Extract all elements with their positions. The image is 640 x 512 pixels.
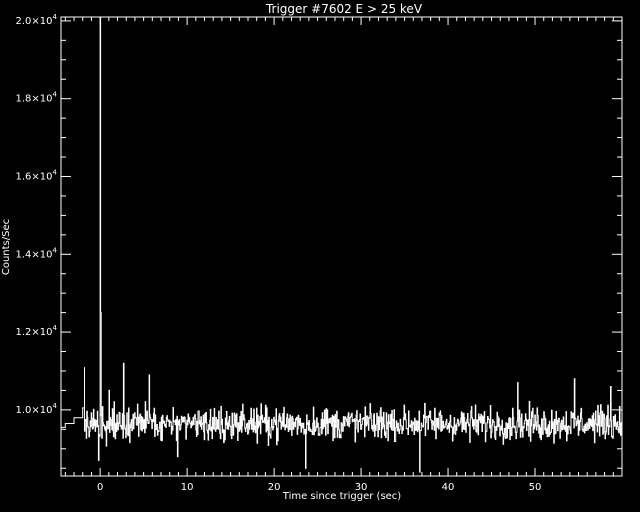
y-axis-label: Counts/Sec [1,219,12,275]
y-tick-label: 2.0×104 [16,13,58,27]
x-tick-label: 50 [529,482,542,493]
x-tick-label: 40 [442,482,455,493]
y-tick-label: 1.2×104 [16,324,58,338]
x-tick-label: 10 [181,482,194,493]
y-tick-label: 1.6×104 [16,168,58,182]
y-tick-label: 1.8×104 [16,91,58,105]
chart: Trigger #7602 E > 25 keV 0 10 20 30 40 50 1.0… [0,0,640,512]
x-tick-label: 20 [268,482,281,493]
x-tick-label: 0 [97,482,103,493]
y-tick-label: 1.0×104 [16,402,58,416]
chart-title: Trigger #7602 E > 25 keV [265,2,423,16]
x-axis-label: Time since trigger (sec) [282,491,402,502]
y-tick-label: 1.4×104 [16,246,58,260]
